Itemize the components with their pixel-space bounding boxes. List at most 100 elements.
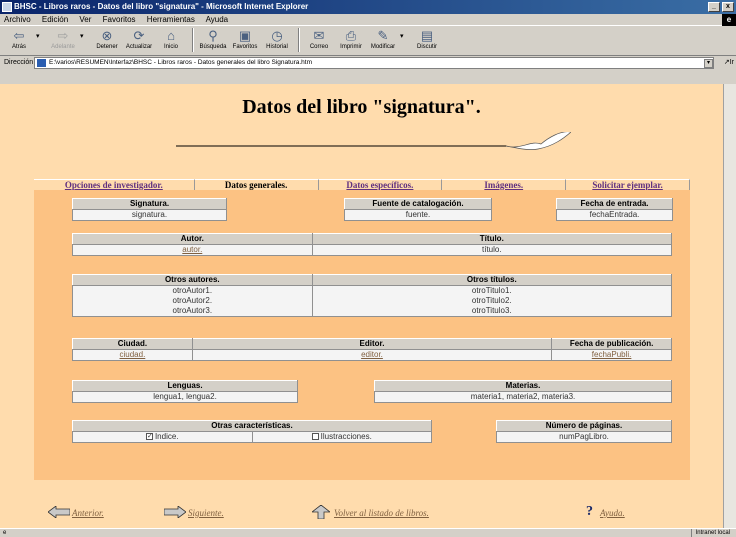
lenguas-group: Lenguas. lengua1, lengua2. <box>72 380 298 403</box>
forward-dropdown-icon[interactable]: ▾ <box>80 28 88 46</box>
paginas-value: numPagLibro. <box>496 431 672 443</box>
zone-indicator: Intranet local <box>690 529 730 537</box>
favorites-button[interactable]: ▣ Favoritos <box>230 28 260 50</box>
vertical-scrollbar[interactable] <box>723 84 736 528</box>
toolbar-separator <box>192 28 194 52</box>
page-icon <box>37 59 46 67</box>
previous-arrow-icon[interactable] <box>48 506 70 518</box>
indice-checkbox-cell: ✓ Indice. <box>72 431 253 443</box>
menu-favoritos[interactable]: Favoritos <box>103 15 136 24</box>
fecha-entrada-value: fechaEntrada. <box>556 209 673 221</box>
otros-titulos-label: Otros títulos. <box>311 274 673 286</box>
otros-autores-values: otroAutor1. otroAutor2. otroAutor3. <box>72 285 313 317</box>
minimize-button[interactable]: _ <box>708 2 720 12</box>
tab-datos-generales[interactable]: Datos generales. <box>194 179 319 190</box>
fuente-value: fuente. <box>344 209 492 221</box>
next-arrow-icon[interactable] <box>164 506 186 518</box>
menu-herramientas[interactable]: Herramientas <box>147 15 195 24</box>
back-arrow-icon: ⇦ <box>13 28 25 43</box>
menu-ver[interactable]: Ver <box>79 15 91 24</box>
tab-opciones-investigador[interactable]: Opciones de investigador. <box>34 179 195 190</box>
menu-ayuda[interactable]: Ayuda <box>206 15 229 24</box>
tab-imagenes[interactable]: Imágenes. <box>442 179 567 190</box>
quill-divider-icon <box>176 132 571 151</box>
ilustraciones-checkbox[interactable] <box>311 433 319 441</box>
edit-dropdown-icon[interactable]: ▾ <box>400 28 408 46</box>
otro-titulo-2: otroTitulo2. <box>471 296 512 305</box>
stop-icon: ⊗ <box>101 28 113 43</box>
app-icon <box>2 2 12 12</box>
tab-bar: Opciones de investigador. Datos generale… <box>34 179 690 190</box>
otros-autores-label: Otros autores. <box>72 274 313 286</box>
otro-autor-1: otroAutor1. <box>172 286 213 295</box>
mail-icon: ✉ <box>313 28 325 43</box>
page-title: Datos del libro "signatura". <box>242 96 481 118</box>
forward-button[interactable]: ⇨ Adelante <box>48 28 78 50</box>
window-titlebar: BHSC - Libros raros - Datos del libro "s… <box>0 0 736 14</box>
menu-edicion[interactable]: Edición <box>42 15 68 24</box>
discuss-icon: ▤ <box>420 28 434 43</box>
discuss-button[interactable]: ▤ Discutir <box>412 28 442 50</box>
ilustraciones-label: Ilustracciones. <box>320 432 372 441</box>
back-button[interactable]: ⇦ Atrás <box>4 28 34 50</box>
history-icon: ◷ <box>271 28 283 43</box>
page-status-icon: e <box>3 530 7 536</box>
materias-value: materia1, materia2, materia3. <box>374 391 672 403</box>
edit-button[interactable]: ✎ Modificar <box>368 28 398 50</box>
tab-datos-especificos[interactable]: Datos específicos. <box>318 179 443 190</box>
refresh-icon: ⟳ <box>133 28 145 43</box>
up-arrow-icon[interactable] <box>312 505 330 519</box>
stop-button[interactable]: ⊗ Detener <box>92 28 122 50</box>
otros-group: Otros autores. Otros títulos. otroAutor1… <box>72 274 673 317</box>
otras-caracteristicas-group: Otras características. ✓ Indice. Ilustrac… <box>72 420 432 443</box>
home-icon: ⌂ <box>167 28 175 43</box>
toolbar: ⇦ Atrás ▾ ⇨ Adelante ▾ ⊗ Detener ⟳ Actualiza… <box>0 26 736 56</box>
next-link[interactable]: Siguiente. <box>188 508 224 518</box>
signatura-label: Signatura. <box>72 198 227 210</box>
print-button[interactable]: ⎙ Imprimir <box>336 28 366 50</box>
previous-link[interactable]: Anterior. <box>72 508 104 518</box>
footer-navigation: Anterior. Siguiente. Volver al listado d… <box>0 504 723 524</box>
lenguas-label: Lenguas. <box>72 380 298 392</box>
forward-arrow-icon: ⇨ <box>57 28 69 43</box>
publicacion-group: Ciudad. Editor. Fecha de publicación. ci… <box>72 338 672 361</box>
fecha-publicacion-link[interactable]: fechaPubli. <box>551 349 672 361</box>
print-icon: ⎙ <box>345 28 357 43</box>
address-dropdown-icon[interactable]: ▾ <box>704 59 713 68</box>
search-icon: ⚲ <box>208 28 218 43</box>
fecha-entrada-label: Fecha de entrada. <box>556 198 673 210</box>
help-icon[interactable]: ? <box>586 504 593 520</box>
titulo-label: Título. <box>311 233 673 245</box>
otras-caracteristicas-label: Otras características. <box>72 420 432 432</box>
refresh-button[interactable]: ⟳ Actualizar <box>124 28 154 50</box>
edit-icon: ✎ <box>377 28 389 43</box>
go-button[interactable]: ↗Ir <box>724 56 734 70</box>
close-button[interactable]: x <box>722 2 734 12</box>
address-bar: Dirección E:\varios\RESUMEN\Interfaz\BHS… <box>0 56 736 70</box>
paginas-group: Número de páginas. numPagLibro. <box>496 420 672 443</box>
fuente-label: Fuente de catalogación. <box>344 198 492 210</box>
back-to-list-link[interactable]: Volver al listado de libros. <box>334 508 429 518</box>
autor-label: Autor. <box>72 233 313 245</box>
browser-chrome: Archivo Edición Ver Favoritos Herramient… <box>0 14 736 84</box>
mail-button[interactable]: ✉ Correo <box>304 28 334 50</box>
signatura-value: signatura. <box>72 209 227 221</box>
ciudad-link[interactable]: ciudad. <box>72 349 193 361</box>
fecha-publicacion-label: Fecha de publicación. <box>551 338 672 350</box>
menu-archivo[interactable]: Archivo <box>4 15 31 24</box>
back-dropdown-icon[interactable]: ▾ <box>36 28 44 46</box>
editor-link[interactable]: editor. <box>191 349 553 361</box>
tab-solicitar-ejemplar[interactable]: Solicitar ejemplar. <box>566 179 690 190</box>
home-button[interactable]: ⌂ Inicio <box>156 28 186 50</box>
search-button[interactable]: ⚲ Búsqueda <box>198 28 228 50</box>
indice-checkbox[interactable]: ✓ <box>145 433 153 441</box>
lenguas-value: lengua1, lengua2. <box>72 391 298 403</box>
history-button[interactable]: ◷ Historial <box>262 28 292 50</box>
otro-autor-3: otroAutor3. <box>172 306 213 315</box>
help-link[interactable]: Ayuda. <box>600 508 625 518</box>
address-input[interactable]: E:\varios\RESUMEN\Interfaz\BHSC - Libros… <box>34 57 714 69</box>
materias-label: Materias. <box>374 380 672 392</box>
autor-link[interactable]: autor. <box>72 244 313 256</box>
otros-titulos-values: otroTitulo1. otroTitulo2. otroTitulo3. <box>311 285 673 317</box>
page-content: Datos del libro "signatura". Opciones de… <box>0 84 723 528</box>
